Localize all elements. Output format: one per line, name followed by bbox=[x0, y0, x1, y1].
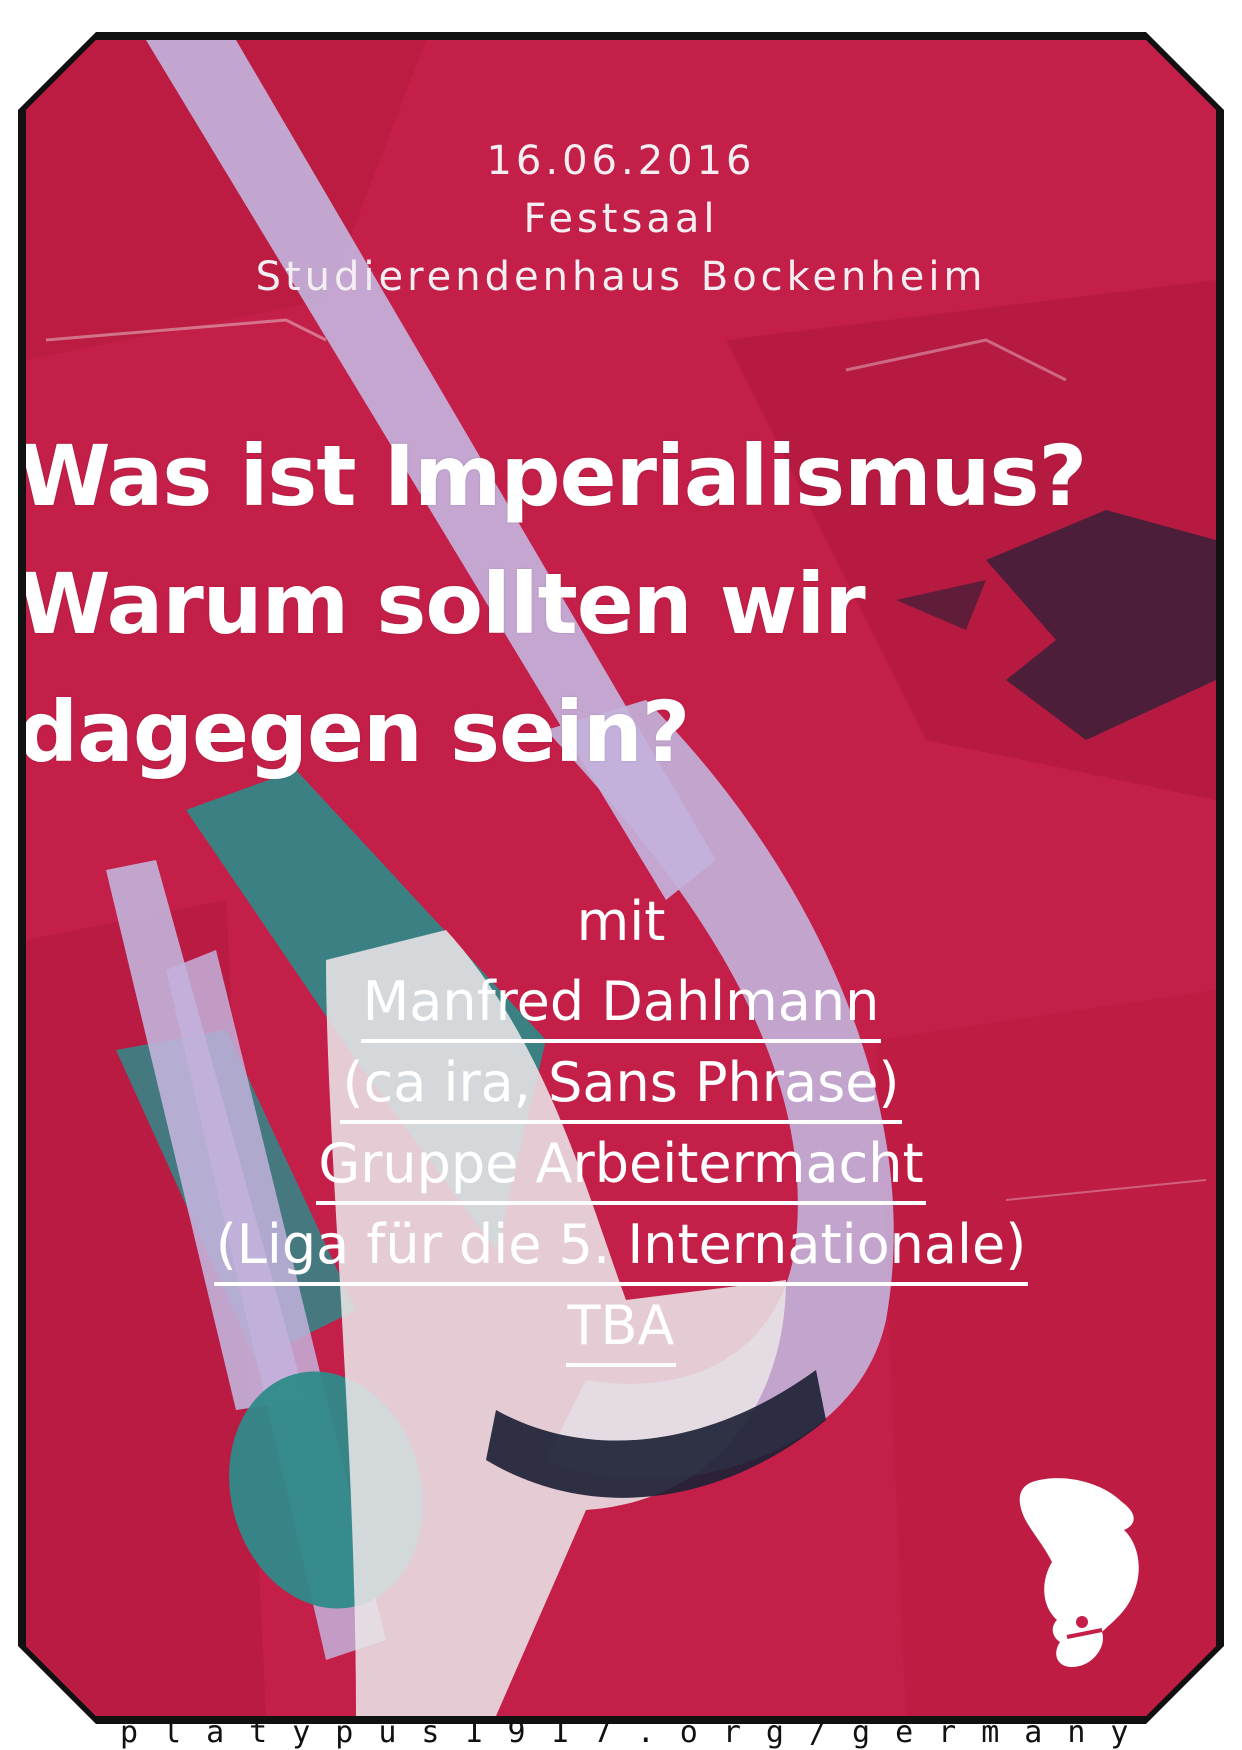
speakers: mit Manfred Dahlmann (ca ira, Sans Phras… bbox=[26, 882, 1216, 1367]
platypus-icon bbox=[1019, 1478, 1139, 1667]
speaker-affiliation: (ca ira, Sans Phrase) bbox=[340, 1046, 902, 1124]
speaker-line: (Liga für die 5. Internationale) bbox=[26, 1205, 1216, 1286]
speaker-name: Gruppe Arbeitermacht bbox=[316, 1127, 926, 1205]
event-info: 16.06.2016 Festsaal Studierendenhaus Boc… bbox=[26, 132, 1216, 306]
headline: Was ist Imperialismus? Warum sollten wir… bbox=[26, 412, 1216, 796]
event-building: Studierendenhaus Bockenheim bbox=[255, 254, 987, 300]
headline-line-1: Was ist Imperialismus? bbox=[26, 427, 1087, 525]
speaker-line: Gruppe Arbeitermacht bbox=[26, 1124, 1216, 1205]
event-venue: Festsaal bbox=[523, 196, 719, 242]
event-date: 16.06.2016 bbox=[486, 138, 756, 184]
poster: 16.06.2016 Festsaal Studierendenhaus Boc… bbox=[26, 40, 1216, 1716]
speaker-line: TBA bbox=[26, 1286, 1216, 1367]
headline-line-2: Warum sollten wir bbox=[26, 555, 866, 653]
headline-line-3: dagegen sein? bbox=[26, 683, 690, 781]
speaker-line: (ca ira, Sans Phrase) bbox=[26, 1043, 1216, 1124]
speaker-name: TBA bbox=[565, 1289, 677, 1367]
footer-url[interactable]: platypus1917.org/germany bbox=[120, 1716, 1130, 1750]
speaker-name: Manfred Dahlmann bbox=[360, 965, 882, 1043]
speakers-intro: mit bbox=[576, 890, 666, 953]
speaker-affiliation: (Liga für die 5. Internationale) bbox=[213, 1208, 1029, 1286]
speaker-line: Manfred Dahlmann bbox=[26, 962, 1216, 1043]
